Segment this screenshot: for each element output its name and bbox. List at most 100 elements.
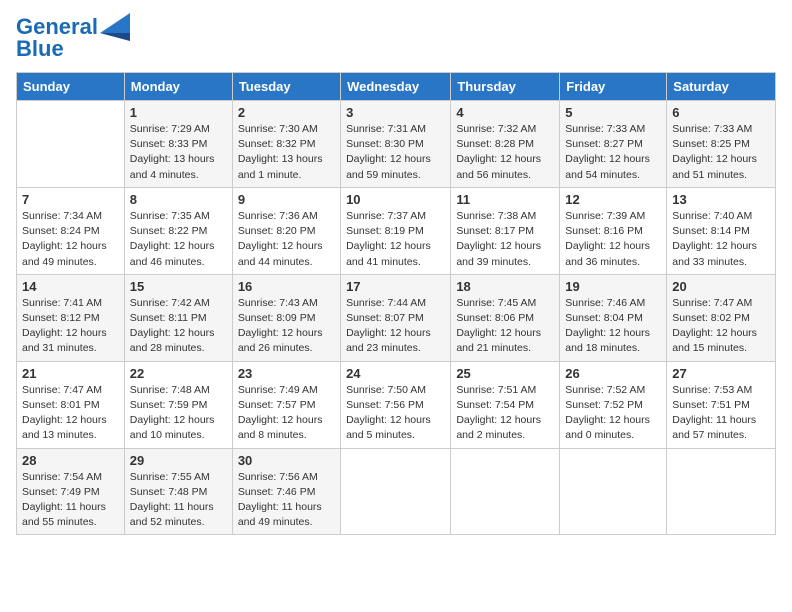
day-info: Sunrise: 7:31 AM Sunset: 8:30 PM Dayligh… <box>346 122 445 183</box>
day-info: Sunrise: 7:40 AM Sunset: 8:14 PM Dayligh… <box>672 209 770 270</box>
calendar-cell: 26 Sunrise: 7:52 AM Sunset: 7:52 PM Dayli… <box>560 361 667 448</box>
calendar-cell: 19 Sunrise: 7:46 AM Sunset: 8:04 PM Dayli… <box>560 274 667 361</box>
day-number: 17 <box>346 279 445 294</box>
calendar-week-row: 28 Sunrise: 7:54 AM Sunset: 7:49 PM Dayli… <box>17 448 776 535</box>
calendar-cell: 2 Sunrise: 7:30 AM Sunset: 8:32 PM Daylig… <box>232 101 340 188</box>
day-info: Sunrise: 7:50 AM Sunset: 7:56 PM Dayligh… <box>346 383 445 444</box>
calendar-cell: 8 Sunrise: 7:35 AM Sunset: 8:22 PM Daylig… <box>124 187 232 274</box>
column-header-wednesday: Wednesday <box>341 73 451 101</box>
calendar-cell: 30Sunrise: 7:56 AM Sunset: 7:46 PM Dayli… <box>232 448 340 535</box>
day-info: Sunrise: 7:30 AM Sunset: 8:32 PM Dayligh… <box>238 122 335 183</box>
day-info: Sunrise: 7:35 AM Sunset: 8:22 PM Dayligh… <box>130 209 227 270</box>
day-number: 23 <box>238 366 335 381</box>
day-info: Sunrise: 7:43 AM Sunset: 8:09 PM Dayligh… <box>238 296 335 357</box>
day-info: Sunrise: 7:33 AM Sunset: 8:25 PM Dayligh… <box>672 122 770 183</box>
calendar-cell <box>451 448 560 535</box>
calendar-cell: 7 Sunrise: 7:34 AM Sunset: 8:24 PM Daylig… <box>17 187 125 274</box>
day-number: 4 <box>456 105 554 120</box>
day-info: Sunrise: 7:39 AM Sunset: 8:16 PM Dayligh… <box>565 209 661 270</box>
day-info: Sunrise: 7:44 AM Sunset: 8:07 PM Dayligh… <box>346 296 445 357</box>
calendar-cell: 10 Sunrise: 7:37 AM Sunset: 8:19 PM Dayli… <box>341 187 451 274</box>
day-number: 28 <box>22 453 119 468</box>
day-info: Sunrise: 7:32 AM Sunset: 8:28 PM Dayligh… <box>456 122 554 183</box>
day-info: Sunrise: 7:47 AM Sunset: 8:02 PM Dayligh… <box>672 296 770 357</box>
calendar-cell <box>560 448 667 535</box>
column-header-monday: Monday <box>124 73 232 101</box>
day-number: 21 <box>22 366 119 381</box>
day-info: Sunrise: 7:41 AM Sunset: 8:12 PM Dayligh… <box>22 296 119 357</box>
calendar-week-row: 1 Sunrise: 7:29 AM Sunset: 8:33 PM Daylig… <box>17 101 776 188</box>
day-info: Sunrise: 7:33 AM Sunset: 8:27 PM Dayligh… <box>565 122 661 183</box>
day-number: 19 <box>565 279 661 294</box>
calendar-cell: 1 Sunrise: 7:29 AM Sunset: 8:33 PM Daylig… <box>124 101 232 188</box>
day-info: Sunrise: 7:53 AM Sunset: 7:51 PM Dayligh… <box>672 383 770 444</box>
day-info: Sunrise: 7:48 AM Sunset: 7:59 PM Dayligh… <box>130 383 227 444</box>
day-number: 1 <box>130 105 227 120</box>
calendar-cell <box>17 101 125 188</box>
calendar-cell: 27 Sunrise: 7:53 AM Sunset: 7:51 PM Dayli… <box>667 361 776 448</box>
calendar-table: SundayMondayTuesdayWednesdayThursdayFrid… <box>16 72 776 535</box>
calendar-cell: 20Sunrise: 7:47 AM Sunset: 8:02 PM Dayli… <box>667 274 776 361</box>
calendar-week-row: 7 Sunrise: 7:34 AM Sunset: 8:24 PM Daylig… <box>17 187 776 274</box>
day-number: 5 <box>565 105 661 120</box>
calendar-cell: 22 Sunrise: 7:48 AM Sunset: 7:59 PM Dayli… <box>124 361 232 448</box>
logo-icon <box>100 13 130 41</box>
calendar-cell: 24Sunrise: 7:50 AM Sunset: 7:56 PM Dayli… <box>341 361 451 448</box>
day-info: Sunrise: 7:36 AM Sunset: 8:20 PM Dayligh… <box>238 209 335 270</box>
day-number: 30 <box>238 453 335 468</box>
day-info: Sunrise: 7:46 AM Sunset: 8:04 PM Dayligh… <box>565 296 661 357</box>
calendar-cell: 28 Sunrise: 7:54 AM Sunset: 7:49 PM Dayli… <box>17 448 125 535</box>
calendar-cell <box>667 448 776 535</box>
day-number: 29 <box>130 453 227 468</box>
column-header-sunday: Sunday <box>17 73 125 101</box>
day-info: Sunrise: 7:52 AM Sunset: 7:52 PM Dayligh… <box>565 383 661 444</box>
day-number: 3 <box>346 105 445 120</box>
day-number: 7 <box>22 192 119 207</box>
calendar-cell: 15Sunrise: 7:42 AM Sunset: 8:11 PM Dayli… <box>124 274 232 361</box>
column-header-saturday: Saturday <box>667 73 776 101</box>
column-header-friday: Friday <box>560 73 667 101</box>
calendar-body: 1 Sunrise: 7:29 AM Sunset: 8:33 PM Daylig… <box>17 101 776 535</box>
calendar-cell <box>341 448 451 535</box>
logo: General Blue <box>16 16 130 60</box>
calendar-cell: 17 Sunrise: 7:44 AM Sunset: 8:07 PM Dayli… <box>341 274 451 361</box>
calendar-cell: 4 Sunrise: 7:32 AM Sunset: 8:28 PM Daylig… <box>451 101 560 188</box>
logo-text: General Blue <box>16 16 98 60</box>
calendar-cell: 6 Sunrise: 7:33 AM Sunset: 8:25 PM Daylig… <box>667 101 776 188</box>
day-number: 26 <box>565 366 661 381</box>
day-number: 2 <box>238 105 335 120</box>
day-number: 12 <box>565 192 661 207</box>
day-info: Sunrise: 7:38 AM Sunset: 8:17 PM Dayligh… <box>456 209 554 270</box>
day-info: Sunrise: 7:34 AM Sunset: 8:24 PM Dayligh… <box>22 209 119 270</box>
calendar-cell: 12 Sunrise: 7:39 AM Sunset: 8:16 PM Dayli… <box>560 187 667 274</box>
calendar-cell: 13 Sunrise: 7:40 AM Sunset: 8:14 PM Dayli… <box>667 187 776 274</box>
day-info: Sunrise: 7:37 AM Sunset: 8:19 PM Dayligh… <box>346 209 445 270</box>
calendar-cell: 14 Sunrise: 7:41 AM Sunset: 8:12 PM Dayli… <box>17 274 125 361</box>
day-number: 10 <box>346 192 445 207</box>
day-info: Sunrise: 7:29 AM Sunset: 8:33 PM Dayligh… <box>130 122 227 183</box>
day-number: 22 <box>130 366 227 381</box>
day-number: 18 <box>456 279 554 294</box>
day-number: 11 <box>456 192 554 207</box>
day-number: 8 <box>130 192 227 207</box>
calendar-week-row: 14 Sunrise: 7:41 AM Sunset: 8:12 PM Dayli… <box>17 274 776 361</box>
day-info: Sunrise: 7:55 AM Sunset: 7:48 PM Dayligh… <box>130 470 227 531</box>
calendar-week-row: 21 Sunrise: 7:47 AM Sunset: 8:01 PM Dayli… <box>17 361 776 448</box>
day-number: 27 <box>672 366 770 381</box>
day-number: 14 <box>22 279 119 294</box>
day-number: 6 <box>672 105 770 120</box>
day-number: 25 <box>456 366 554 381</box>
calendar-cell: 23 Sunrise: 7:49 AM Sunset: 7:57 PM Dayli… <box>232 361 340 448</box>
calendar-cell: 11 Sunrise: 7:38 AM Sunset: 8:17 PM Dayli… <box>451 187 560 274</box>
day-info: Sunrise: 7:49 AM Sunset: 7:57 PM Dayligh… <box>238 383 335 444</box>
day-number: 13 <box>672 192 770 207</box>
calendar-cell: 21 Sunrise: 7:47 AM Sunset: 8:01 PM Dayli… <box>17 361 125 448</box>
day-info: Sunrise: 7:51 AM Sunset: 7:54 PM Dayligh… <box>456 383 554 444</box>
calendar-cell: 9Sunrise: 7:36 AM Sunset: 8:20 PM Daylig… <box>232 187 340 274</box>
day-number: 15 <box>130 279 227 294</box>
header: General Blue <box>16 16 776 60</box>
day-info: Sunrise: 7:45 AM Sunset: 8:06 PM Dayligh… <box>456 296 554 357</box>
day-info: Sunrise: 7:54 AM Sunset: 7:49 PM Dayligh… <box>22 470 119 531</box>
calendar-cell: 29 Sunrise: 7:55 AM Sunset: 7:48 PM Dayli… <box>124 448 232 535</box>
day-info: Sunrise: 7:47 AM Sunset: 8:01 PM Dayligh… <box>22 383 119 444</box>
